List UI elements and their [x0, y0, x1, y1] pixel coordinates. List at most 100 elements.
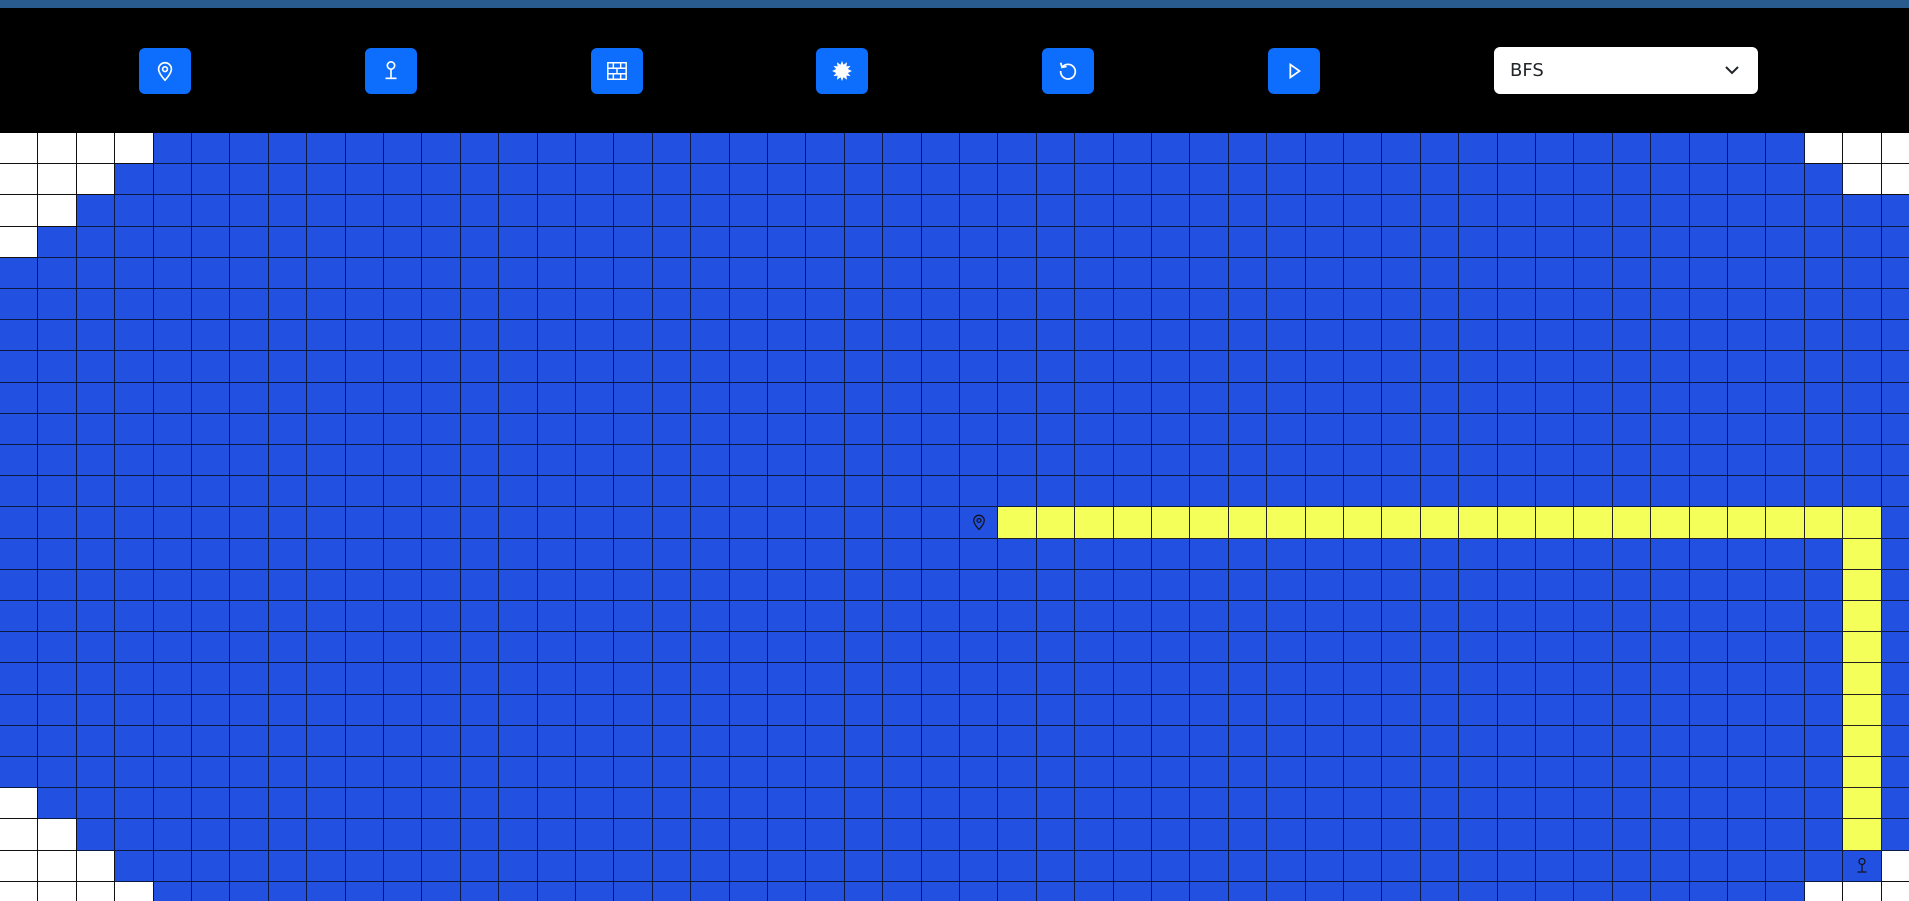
visited-cell[interactable] — [768, 289, 807, 321]
visited-cell[interactable] — [1075, 289, 1114, 321]
unvisited-cell[interactable] — [1843, 881, 1882, 901]
visited-cell[interactable] — [499, 788, 538, 820]
visited-cell[interactable] — [960, 289, 999, 321]
visited-cell[interactable] — [921, 663, 960, 695]
visited-cell[interactable] — [230, 133, 269, 165]
unvisited-cell[interactable] — [0, 850, 39, 882]
visited-cell[interactable] — [576, 694, 615, 726]
visited-cell[interactable] — [1152, 320, 1191, 352]
visited-cell[interactable] — [614, 601, 653, 633]
visited-cell[interactable] — [576, 133, 615, 165]
visited-cell[interactable] — [268, 881, 308, 901]
visited-cell[interactable] — [1190, 538, 1229, 570]
visited-cell[interactable] — [1574, 351, 1613, 383]
visited-cell[interactable] — [1574, 663, 1613, 695]
visited-cell[interactable] — [960, 663, 999, 695]
visited-cell[interactable] — [998, 788, 1037, 820]
visited-cell[interactable] — [422, 569, 461, 601]
visited-cell[interactable] — [768, 507, 807, 539]
visited-cell[interactable] — [1497, 788, 1536, 820]
visited-cell[interactable] — [1152, 538, 1191, 570]
visited-cell[interactable] — [1728, 382, 1767, 414]
visited-cell[interactable] — [1497, 445, 1536, 477]
visited-cell[interactable] — [806, 320, 845, 352]
visited-cell[interactable] — [998, 725, 1037, 757]
visited-cell[interactable] — [652, 694, 692, 726]
visited-cell[interactable] — [537, 257, 576, 289]
visited-cell[interactable] — [38, 320, 77, 352]
visited-cell[interactable] — [1344, 569, 1383, 601]
visited-cell[interactable] — [1612, 226, 1652, 258]
visited-cell[interactable] — [1651, 725, 1690, 757]
visited-cell[interactable] — [153, 382, 192, 414]
visited-cell[interactable] — [345, 164, 384, 196]
visited-cell[interactable] — [307, 881, 346, 901]
visited-cell[interactable] — [844, 164, 884, 196]
visited-cell[interactable] — [115, 413, 154, 445]
visited-cell[interactable] — [1190, 694, 1229, 726]
visited-cell[interactable] — [1305, 881, 1344, 901]
visited-cell[interactable] — [1574, 788, 1613, 820]
visited-cell[interactable] — [768, 320, 807, 352]
set-start-button[interactable] — [139, 48, 191, 94]
visited-cell[interactable] — [1728, 850, 1767, 882]
visited-cell[interactable] — [268, 226, 308, 258]
visited-cell[interactable] — [1881, 226, 1909, 258]
visited-cell[interactable] — [345, 195, 384, 227]
visited-cell[interactable] — [960, 164, 999, 196]
visited-cell[interactable] — [1689, 289, 1728, 321]
visited-cell[interactable] — [345, 320, 384, 352]
visited-cell[interactable] — [230, 850, 269, 882]
visited-cell[interactable] — [384, 507, 423, 539]
visited-cell[interactable] — [537, 663, 576, 695]
visited-cell[interactable] — [537, 320, 576, 352]
visited-cell[interactable] — [1651, 569, 1690, 601]
visited-cell[interactable] — [230, 195, 269, 227]
visited-cell[interactable] — [499, 226, 538, 258]
visited-cell[interactable] — [192, 507, 231, 539]
visited-cell[interactable] — [537, 476, 576, 508]
visited-cell[interactable] — [38, 445, 77, 477]
visited-cell[interactable] — [1459, 476, 1498, 508]
visited-cell[interactable] — [1689, 351, 1728, 383]
visited-cell[interactable] — [768, 257, 807, 289]
visited-cell[interactable] — [0, 757, 39, 789]
visited-cell[interactable] — [883, 507, 922, 539]
visited-cell[interactable] — [1228, 133, 1268, 165]
visited-cell[interactable] — [499, 725, 538, 757]
visited-cell[interactable] — [422, 226, 461, 258]
visited-cell[interactable] — [115, 445, 154, 477]
visited-cell[interactable] — [652, 725, 692, 757]
visited-cell[interactable] — [1152, 351, 1191, 383]
visited-cell[interactable] — [1113, 632, 1152, 664]
unvisited-cell[interactable] — [1843, 133, 1882, 165]
visited-cell[interactable] — [960, 226, 999, 258]
visited-cell[interactable] — [307, 538, 346, 570]
visited-cell[interactable] — [1689, 632, 1728, 664]
visited-cell[interactable] — [806, 445, 845, 477]
visited-cell[interactable] — [153, 850, 192, 882]
visited-cell[interactable] — [1574, 819, 1613, 851]
visited-cell[interactable] — [844, 725, 884, 757]
visited-cell[interactable] — [729, 850, 768, 882]
unvisited-cell[interactable] — [76, 881, 116, 901]
visited-cell[interactable] — [499, 413, 538, 445]
visited-cell[interactable] — [1113, 195, 1152, 227]
visited-cell[interactable] — [1190, 819, 1229, 851]
visited-cell[interactable] — [230, 226, 269, 258]
visited-cell[interactable] — [115, 476, 154, 508]
visited-cell[interactable] — [1075, 757, 1114, 789]
visited-cell[interactable] — [384, 257, 423, 289]
visited-cell[interactable] — [345, 569, 384, 601]
visited-cell[interactable] — [1574, 382, 1613, 414]
visited-cell[interactable] — [499, 538, 538, 570]
visited-cell[interactable] — [1267, 725, 1306, 757]
visited-cell[interactable] — [1420, 788, 1460, 820]
visited-cell[interactable] — [499, 195, 538, 227]
visited-cell[interactable] — [1459, 569, 1498, 601]
visited-cell[interactable] — [1651, 538, 1690, 570]
unvisited-cell[interactable] — [0, 226, 39, 258]
visited-cell[interactable] — [844, 757, 884, 789]
visited-cell[interactable] — [1113, 413, 1152, 445]
visited-cell[interactable] — [1344, 725, 1383, 757]
